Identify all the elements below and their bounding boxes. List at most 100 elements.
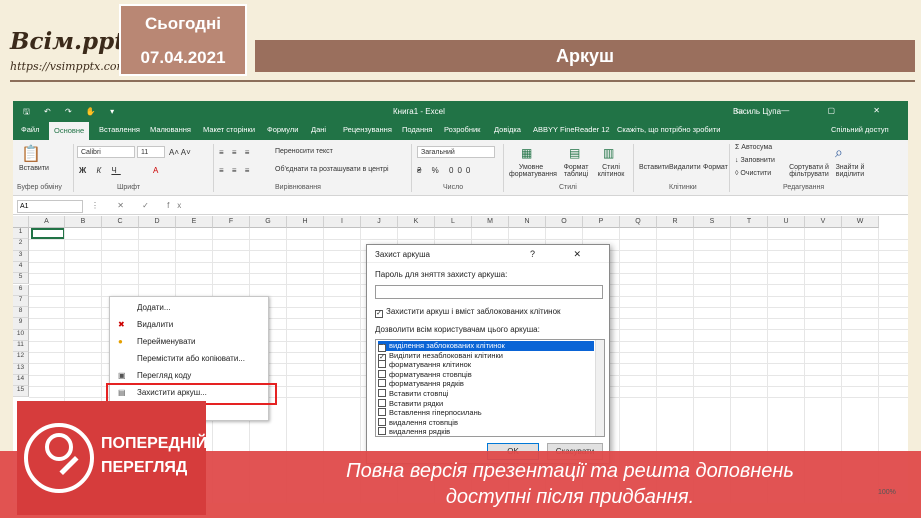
- tell-me-search[interactable]: Скажіть, що потрібно зробити: [617, 125, 721, 134]
- row-header[interactable]: 13: [13, 363, 29, 375]
- row-header[interactable]: 3: [13, 250, 29, 262]
- window-controls[interactable]: ▭ — ▢ ✕: [736, 106, 899, 115]
- row-header[interactable]: 10: [13, 329, 29, 341]
- align-icons-row2[interactable]: ≡ ≡ ≡: [219, 166, 252, 175]
- wrap-text-button[interactable]: Переносити текст: [275, 148, 333, 155]
- tab-data[interactable]: Дані: [311, 125, 326, 134]
- row-header[interactable]: 8: [13, 307, 29, 319]
- column-header[interactable]: L: [435, 216, 472, 228]
- tab-formulas[interactable]: Формули: [267, 125, 298, 134]
- row-header[interactable]: 14: [13, 374, 29, 387]
- list-scrollbar[interactable]: [595, 340, 604, 436]
- column-header[interactable]: E: [176, 216, 213, 228]
- tab-view[interactable]: Подання: [402, 125, 432, 134]
- tab-help[interactable]: Довідка: [494, 125, 521, 134]
- row-header[interactable]: 15: [13, 386, 29, 398]
- permission-checkbox[interactable]: [378, 369, 386, 378]
- name-box[interactable]: A1: [17, 200, 83, 213]
- font-style-icons[interactable]: Ж К Ч: [79, 166, 121, 175]
- tab-file[interactable]: Файл: [21, 125, 39, 134]
- number-format-icons[interactable]: ₴ % 000: [417, 166, 474, 175]
- fill-button[interactable]: ↓ Заповнити: [735, 157, 775, 164]
- tab-developer[interactable]: Розробник: [444, 125, 480, 134]
- column-header[interactable]: D: [139, 216, 176, 228]
- selected-cell[interactable]: [31, 228, 65, 239]
- column-header[interactable]: W: [842, 216, 879, 228]
- column-header[interactable]: O: [546, 216, 583, 228]
- format-cells-button[interactable]: Формат: [703, 164, 728, 171]
- context-menu-item[interactable]: Додати...: [110, 300, 268, 316]
- clear-button[interactable]: ◊ Очистити: [735, 170, 771, 177]
- merge-center-button[interactable]: Об'єднати та розташувати в центрі: [275, 166, 389, 173]
- tab-home[interactable]: Основне: [49, 122, 90, 140]
- row-header[interactable]: 1: [13, 228, 29, 240]
- column-header[interactable]: F: [213, 216, 250, 228]
- column-header[interactable]: V: [805, 216, 842, 228]
- context-menu-item[interactable]: ● Перейменувати: [110, 334, 268, 350]
- column-header[interactable]: B: [65, 216, 102, 228]
- permission-checkbox[interactable]: [378, 379, 386, 388]
- conditional-format-button[interactable]: Умовне форматування: [509, 164, 557, 178]
- paste-button[interactable]: Вставити: [19, 165, 49, 172]
- fx-icon[interactable]: ⋮ ✕ ✓ fx: [91, 201, 189, 210]
- column-header[interactable]: I: [324, 216, 361, 228]
- autosum-button[interactable]: Σ Автосума: [735, 144, 772, 151]
- dialog-controls[interactable]: ? ✕: [530, 249, 599, 260]
- permission-checkbox[interactable]: [378, 427, 386, 436]
- row-header[interactable]: 12: [13, 352, 29, 364]
- tab-insert[interactable]: Вставлення: [99, 125, 140, 134]
- delete-cells-button[interactable]: Видалити: [669, 164, 701, 171]
- row-header[interactable]: 6: [13, 284, 29, 296]
- permission-checkbox[interactable]: [378, 398, 386, 407]
- tab-draw[interactable]: Малювання: [150, 125, 191, 134]
- row-header[interactable]: 4: [13, 261, 29, 274]
- password-input[interactable]: [375, 285, 603, 299]
- column-header[interactable]: A: [29, 216, 65, 228]
- font-grow-icon[interactable]: A˄ A˅: [169, 148, 191, 157]
- context-menu-item[interactable]: ✖ Видалити: [110, 317, 268, 333]
- share-button[interactable]: Спільний доступ: [831, 125, 889, 134]
- column-header[interactable]: H: [287, 216, 324, 228]
- row-header[interactable]: 11: [13, 341, 29, 353]
- protect-checkbox-row[interactable]: ✓ Захистити аркуш і вміст заблокованих кл…: [375, 307, 561, 318]
- column-header[interactable]: J: [361, 216, 398, 228]
- sort-filter-button[interactable]: Сортувати й фільтрувати: [789, 164, 829, 178]
- tab-page-layout[interactable]: Макет сторінки: [203, 125, 255, 134]
- column-header[interactable]: M: [472, 216, 509, 228]
- insert-cells-button[interactable]: Вставити: [639, 164, 669, 171]
- column-header[interactable]: N: [509, 216, 546, 228]
- find-select-button[interactable]: Знайти й виділити: [831, 164, 869, 178]
- column-header[interactable]: P: [583, 216, 620, 228]
- context-menu-item[interactable]: ▣ Перегляд коду: [110, 368, 268, 384]
- cell-styles-button[interactable]: Стилі клітинок: [595, 164, 627, 178]
- column-header[interactable]: S: [694, 216, 731, 228]
- quick-access-toolbar[interactable]: 🖫 ↶ ↷ ✋ ▾: [23, 106, 120, 120]
- tab-abbyy[interactable]: ABBYY FineReader 12: [533, 125, 610, 134]
- permission-checkbox[interactable]: [378, 417, 386, 426]
- column-header[interactable]: C: [102, 216, 139, 228]
- row-header[interactable]: 9: [13, 318, 29, 330]
- row-header[interactable]: 5: [13, 273, 29, 285]
- permission-checkbox[interactable]: [378, 389, 386, 397]
- number-format-select[interactable]: Загальний: [417, 146, 495, 158]
- column-header[interactable]: R: [657, 216, 694, 228]
- row-header[interactable]: 2: [13, 239, 29, 251]
- font-name-select[interactable]: Calibri: [77, 146, 135, 158]
- select-all-corner[interactable]: [13, 216, 29, 228]
- column-header[interactable]: Q: [620, 216, 657, 228]
- permission-item[interactable]: видалення рядків: [378, 427, 594, 436]
- row-header[interactable]: 7: [13, 295, 29, 308]
- format-table-button[interactable]: Формат таблиці: [559, 164, 593, 178]
- column-header[interactable]: G: [250, 216, 287, 228]
- permission-checkbox[interactable]: [378, 408, 386, 417]
- column-header[interactable]: U: [768, 216, 805, 228]
- column-header[interactable]: T: [731, 216, 768, 228]
- protect-checkbox[interactable]: ✓: [375, 310, 383, 318]
- align-icons[interactable]: ≡ ≡ ≡: [219, 148, 252, 157]
- font-size-select[interactable]: 11: [137, 146, 165, 158]
- permission-checkbox[interactable]: [378, 360, 386, 369]
- font-color-icon[interactable]: A: [153, 166, 158, 175]
- column-header[interactable]: K: [398, 216, 435, 228]
- tab-review[interactable]: Рецензування: [343, 125, 392, 134]
- context-menu-item[interactable]: Перемістити або копіювати...: [110, 351, 268, 367]
